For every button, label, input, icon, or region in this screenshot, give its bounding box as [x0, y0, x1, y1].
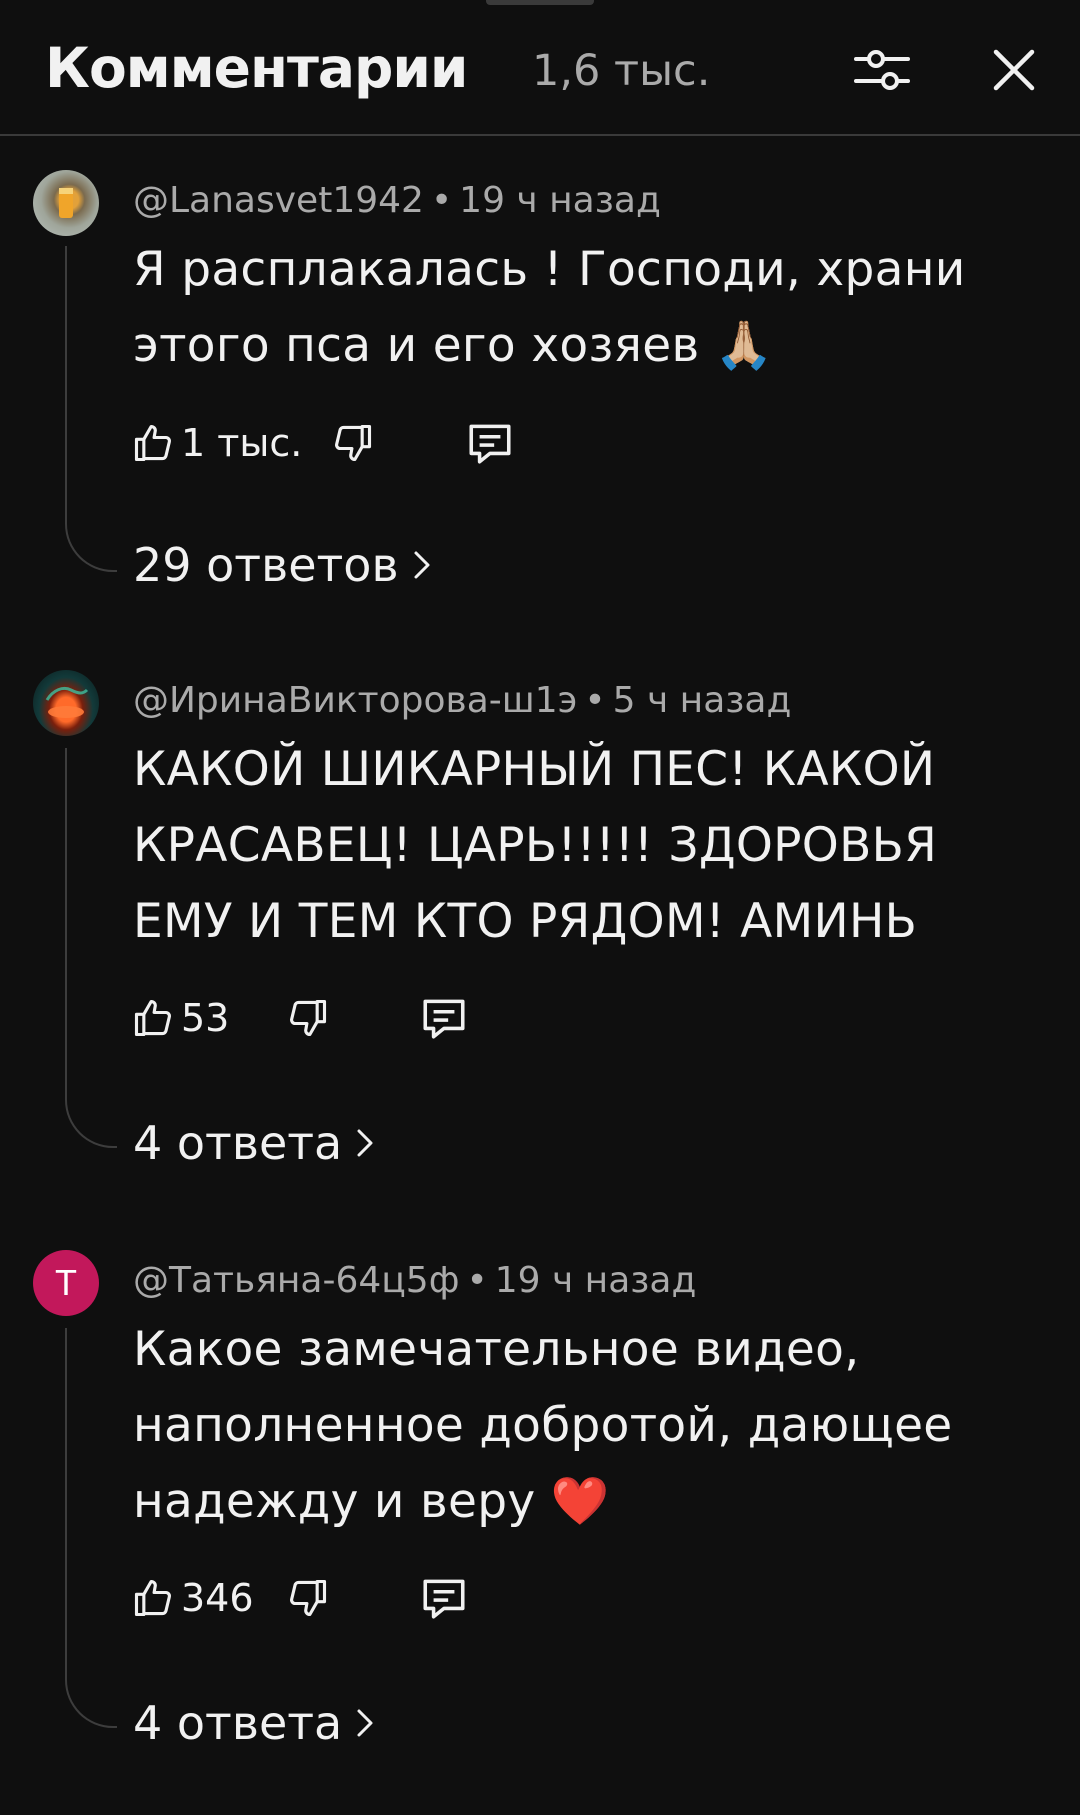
- separator-dot: •: [466, 1260, 488, 1301]
- nature-image-icon: [45, 686, 89, 718]
- thumbs-down-icon: [290, 1579, 327, 1617]
- dislike-button[interactable]: [331, 415, 375, 471]
- avatar[interactable]: [33, 170, 99, 236]
- thumbs-down-icon: [335, 424, 372, 462]
- comments-count: 1,6 тыс.: [532, 46, 711, 96]
- like-button[interactable]: 53: [131, 990, 229, 1046]
- replies-link[interactable]: 29 ответов: [133, 538, 431, 592]
- comment-text: Какое замечательное видео, наполненное д…: [133, 1322, 953, 1529]
- thread-line: [65, 1328, 117, 1728]
- replies-link[interactable]: 4 ответа: [133, 1116, 374, 1170]
- page-title: Комментарии: [45, 36, 468, 100]
- reply-icon: [423, 1579, 465, 1619]
- sliders-icon: [854, 50, 910, 90]
- author-name[interactable]: @ИринаВикторова-ш1э: [133, 680, 577, 721]
- comment-meta: @Lanasvet1942 • 19 ч назад: [133, 180, 661, 221]
- replies-count: 4 ответа: [133, 1116, 343, 1170]
- author-name[interactable]: @Lanasvet1942: [133, 180, 424, 221]
- dislike-button[interactable]: [286, 990, 330, 1046]
- thumbs-up-icon: [134, 1579, 171, 1617]
- chevron-right-icon: [357, 1709, 373, 1737]
- close-icon: [993, 49, 1035, 91]
- separator-dot: •: [430, 180, 453, 221]
- comment-meta: @Татьяна-64ц5ф • 19 ч назад: [133, 1260, 696, 1301]
- thumbs-up-icon: [134, 424, 171, 462]
- replies-count: 29 ответов: [133, 538, 399, 592]
- like-count: 346: [181, 1576, 254, 1620]
- avatar-letter: Т: [55, 1262, 77, 1303]
- comment-time: 19 ч назад: [494, 1260, 697, 1301]
- separator-dot: •: [584, 680, 606, 721]
- reply-button[interactable]: [419, 990, 469, 1046]
- replies-count: 4 ответа: [133, 1696, 343, 1750]
- like-button[interactable]: 346: [131, 1570, 254, 1626]
- thread-line: [65, 246, 117, 572]
- avatar[interactable]: Т: [33, 1250, 99, 1316]
- author-name[interactable]: @Татьяна-64ц5ф: [133, 1260, 459, 1301]
- filter-button[interactable]: [842, 30, 922, 110]
- replies-link[interactable]: 4 ответа: [133, 1696, 374, 1750]
- comments-header: Комментарии 1,6 тыс.: [0, 0, 1080, 136]
- drink-glass-icon: [59, 188, 73, 218]
- close-button[interactable]: [974, 30, 1054, 110]
- avatar[interactable]: [33, 670, 99, 736]
- comment-time: 5 ч назад: [612, 680, 792, 721]
- like-button[interactable]: 1 тыс.: [131, 415, 302, 471]
- reply-button[interactable]: [465, 415, 515, 471]
- comment-text: КАКОЙ ШИКАРНЫЙ ПЕС! КАКОЙ КРАСАВЕЦ! ЦАРЬ…: [133, 742, 938, 949]
- reply-icon: [423, 999, 465, 1039]
- comment-meta: @ИринаВикторова-ш1э • 5 ч назад: [133, 680, 791, 721]
- comment-time: 19 ч назад: [459, 180, 661, 221]
- like-count: 1 тыс.: [181, 421, 303, 465]
- comment-text: Я расплакалась ! Господи, храни этого пс…: [133, 242, 966, 373]
- thumbs-up-icon: [134, 999, 171, 1037]
- chevron-right-icon: [357, 1129, 373, 1157]
- dislike-button[interactable]: [286, 1570, 330, 1626]
- like-count: 53: [181, 996, 230, 1040]
- reply-icon: [469, 424, 511, 464]
- thread-line: [65, 748, 117, 1148]
- chevron-right-icon: [414, 551, 430, 579]
- thumbs-down-icon: [290, 999, 327, 1037]
- reply-button[interactable]: [419, 1570, 469, 1626]
